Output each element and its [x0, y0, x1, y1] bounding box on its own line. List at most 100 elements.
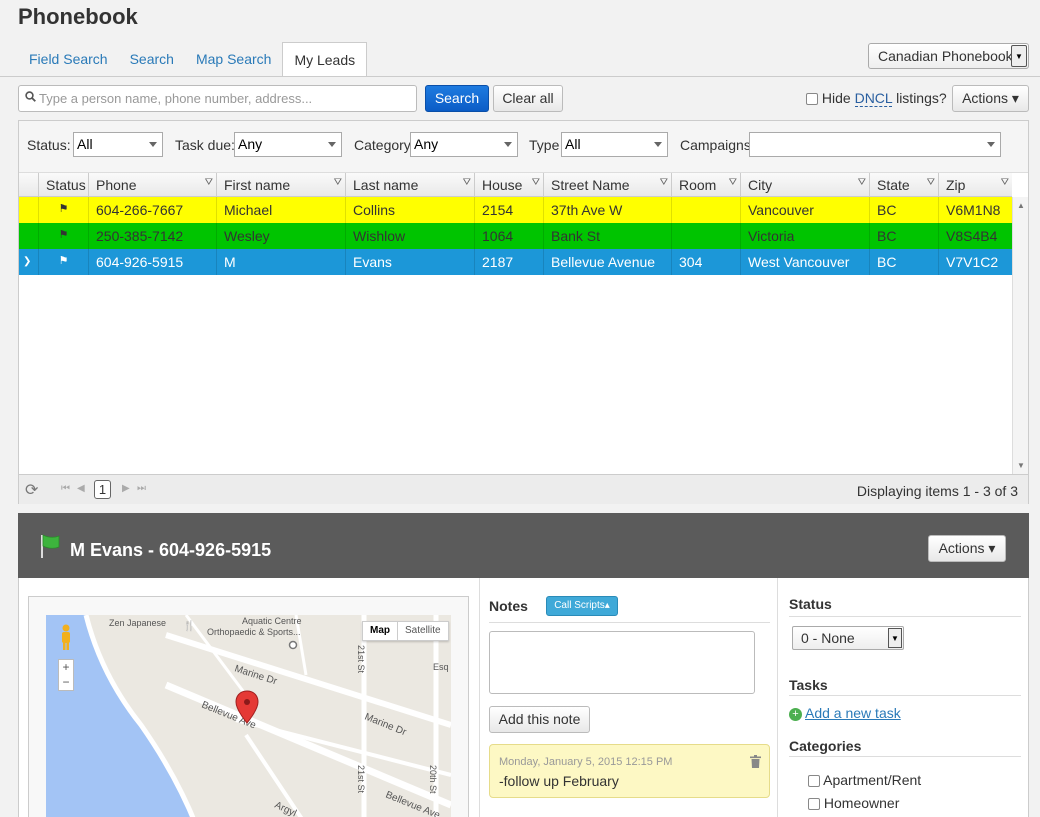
column-header-house[interactable]: House ⛛ [474, 173, 543, 197]
next-page-icon[interactable]: ▶ [122, 483, 130, 494]
scroll-down-icon[interactable]: ▼ [1017, 461, 1025, 470]
filter-funnel-icon[interactable]: ⛛ [927, 177, 935, 188]
first-page-icon[interactable]: ⏮ [61, 483, 70, 494]
table-row-selected[interactable]: ❯ ⚑ 604-926-5915 M Evans 2187 Bellevue A… [19, 249, 1012, 275]
category-item[interactable]: Apartment/Rent [808, 772, 921, 788]
column-header-label: Room [679, 177, 717, 193]
tab-field-search[interactable]: Field Search [18, 42, 119, 77]
zoom-in-icon[interactable]: + [59, 660, 73, 675]
column-header-room[interactable]: Room ⛛ [671, 173, 740, 197]
category-filter-select[interactable]: Any [410, 132, 518, 157]
table-row[interactable]: ⚑ 604-266-7667 Michael Collins 2154 37th… [19, 197, 1012, 223]
map-type-satellite-button[interactable]: Satellite [397, 622, 448, 640]
lead-side-panel: Status 0 - None ▼ Tasks + Add a new task … [777, 578, 1030, 817]
column-header-street-name[interactable]: Street Name ⛛ [543, 173, 671, 197]
refresh-icon[interactable]: ⟳ [25, 480, 38, 500]
search-field[interactable] [18, 85, 417, 112]
column-header-label: Zip [946, 177, 966, 193]
flag-icon[interactable]: ⚑ [38, 249, 88, 275]
add-task-label[interactable]: Add a new task [805, 705, 901, 721]
column-header-first-name[interactable]: First name ⛛ [216, 173, 345, 197]
page-number[interactable]: 1 [94, 480, 111, 499]
location-map[interactable]: Zen Japanese 🍴 Aquatic Centre Orthopaedi… [46, 615, 451, 817]
filter-funnel-icon[interactable]: ⛛ [729, 177, 737, 188]
scroll-up-icon[interactable]: ▲ [1017, 201, 1025, 210]
tab-search[interactable]: Search [119, 42, 185, 77]
chevron-down-icon: ▼ [888, 628, 902, 648]
flag-icon[interactable]: ⚑ [38, 197, 88, 223]
cell-room [671, 223, 740, 249]
prev-page-icon[interactable]: ◀ [77, 483, 85, 494]
actions-button[interactable]: Actions ▾ [952, 85, 1029, 112]
map-type-map-button[interactable]: Map [363, 622, 397, 640]
category-label: Homeowner [823, 795, 900, 811]
cell-state: BC [869, 197, 938, 223]
note-text: -follow up February [499, 773, 619, 789]
category-item[interactable]: Homeowner [808, 795, 899, 811]
campaigns-filter-select[interactable] [749, 132, 1001, 157]
filter-funnel-icon[interactable]: ⛛ [1001, 177, 1009, 188]
column-header-state[interactable]: State ⛛ [869, 173, 938, 197]
type-filter-select[interactable]: All [561, 132, 668, 157]
last-page-icon[interactable]: ⏭ [137, 483, 146, 494]
add-note-button[interactable]: Add this note [489, 706, 590, 733]
hide-dncl-label-suffix: listings? [896, 90, 947, 106]
filter-funnel-icon[interactable]: ⛛ [205, 177, 213, 188]
category-checkbox[interactable] [808, 798, 820, 811]
row-selected-arrow-icon[interactable]: ❯ [19, 249, 38, 275]
tab-my-leads[interactable]: My Leads [282, 42, 368, 77]
chevron-down-icon [504, 142, 512, 147]
hide-dncl-checkbox[interactable] [806, 93, 818, 106]
row-selector[interactable] [19, 223, 38, 249]
cell-house: 1064 [474, 223, 543, 249]
column-header-zip[interactable]: Zip ⛛ [938, 173, 1012, 197]
hide-dncl-toggle[interactable]: Hide DNCL listings? [806, 90, 947, 107]
grid-scrollbar[interactable]: ▲ ▼ [1012, 197, 1028, 474]
filter-funnel-icon[interactable]: ⛛ [660, 177, 668, 188]
filter-funnel-icon[interactable]: ⛛ [463, 177, 471, 188]
restaurant-icon: 🍴 [183, 619, 195, 632]
clear-all-button[interactable]: Clear all [493, 85, 563, 112]
filter-funnel-icon[interactable]: ⛛ [334, 177, 342, 188]
column-header-city[interactable]: City ⛛ [740, 173, 869, 197]
map-type-toggle: Map Satellite [362, 621, 449, 641]
row-selector[interactable] [19, 197, 38, 223]
column-header-last-name[interactable]: Last name ⛛ [345, 173, 474, 197]
note-textarea[interactable] [489, 631, 755, 694]
task-due-select[interactable]: Any [234, 132, 342, 157]
filter-funnel-icon[interactable]: ⛛ [532, 177, 540, 188]
call-scripts-button[interactable]: Call Scripts▴ [546, 596, 618, 616]
column-header-label: House [482, 177, 523, 193]
add-task-link[interactable]: + Add a new task [789, 705, 901, 721]
cell-first-name: M [216, 249, 345, 275]
status-filter-select[interactable]: All [73, 132, 163, 157]
category-checkbox[interactable] [808, 775, 820, 788]
filter-funnel-icon[interactable]: ⛛ [858, 177, 866, 188]
notes-panel: Notes Call Scripts▴ Add this note Monday… [479, 578, 779, 817]
lead-status-select[interactable]: 0 - None ▼ [792, 626, 904, 650]
categories-section-title: Categories [789, 738, 862, 754]
column-header-label: City [748, 177, 773, 193]
tab-map-search[interactable]: Map Search [185, 42, 282, 77]
search-input[interactable] [39, 91, 409, 106]
type-filter-value: All [565, 136, 581, 152]
trash-icon[interactable] [750, 755, 761, 771]
map-label-21st-st: 21st St [356, 645, 366, 674]
column-header-phone[interactable]: Phone ⛛ [88, 173, 216, 197]
dncl-link[interactable]: DNCL [854, 90, 893, 107]
table-row[interactable]: ⚑ 250-385-7142 Wesley Wishlow 1064 Bank … [19, 223, 1012, 249]
lead-actions-button[interactable]: Actions ▾ [928, 535, 1006, 562]
map-label-20th-st: 20th St [428, 765, 438, 794]
search-button[interactable]: Search [425, 85, 489, 112]
phonebook-region-select[interactable]: Canadian Phonebook ▼ [868, 43, 1029, 69]
status-filter-value: All [77, 136, 93, 152]
map-label-21st-st-2: 21st St [356, 765, 366, 794]
grid-header: Status Phone ⛛ First name ⛛ Last name ⛛ Hou… [19, 173, 1012, 197]
flag-icon[interactable]: ⚑ [38, 223, 88, 249]
zoom-out-icon[interactable]: − [59, 675, 73, 690]
column-header-status[interactable]: Status [38, 173, 88, 197]
campaigns-filter-label: Campaigns [680, 137, 751, 153]
tasks-divider [789, 695, 1021, 696]
map-canvas: Zen Japanese 🍴 Aquatic Centre Orthopaedi… [46, 615, 451, 817]
category-filter-label: Category [354, 137, 411, 153]
